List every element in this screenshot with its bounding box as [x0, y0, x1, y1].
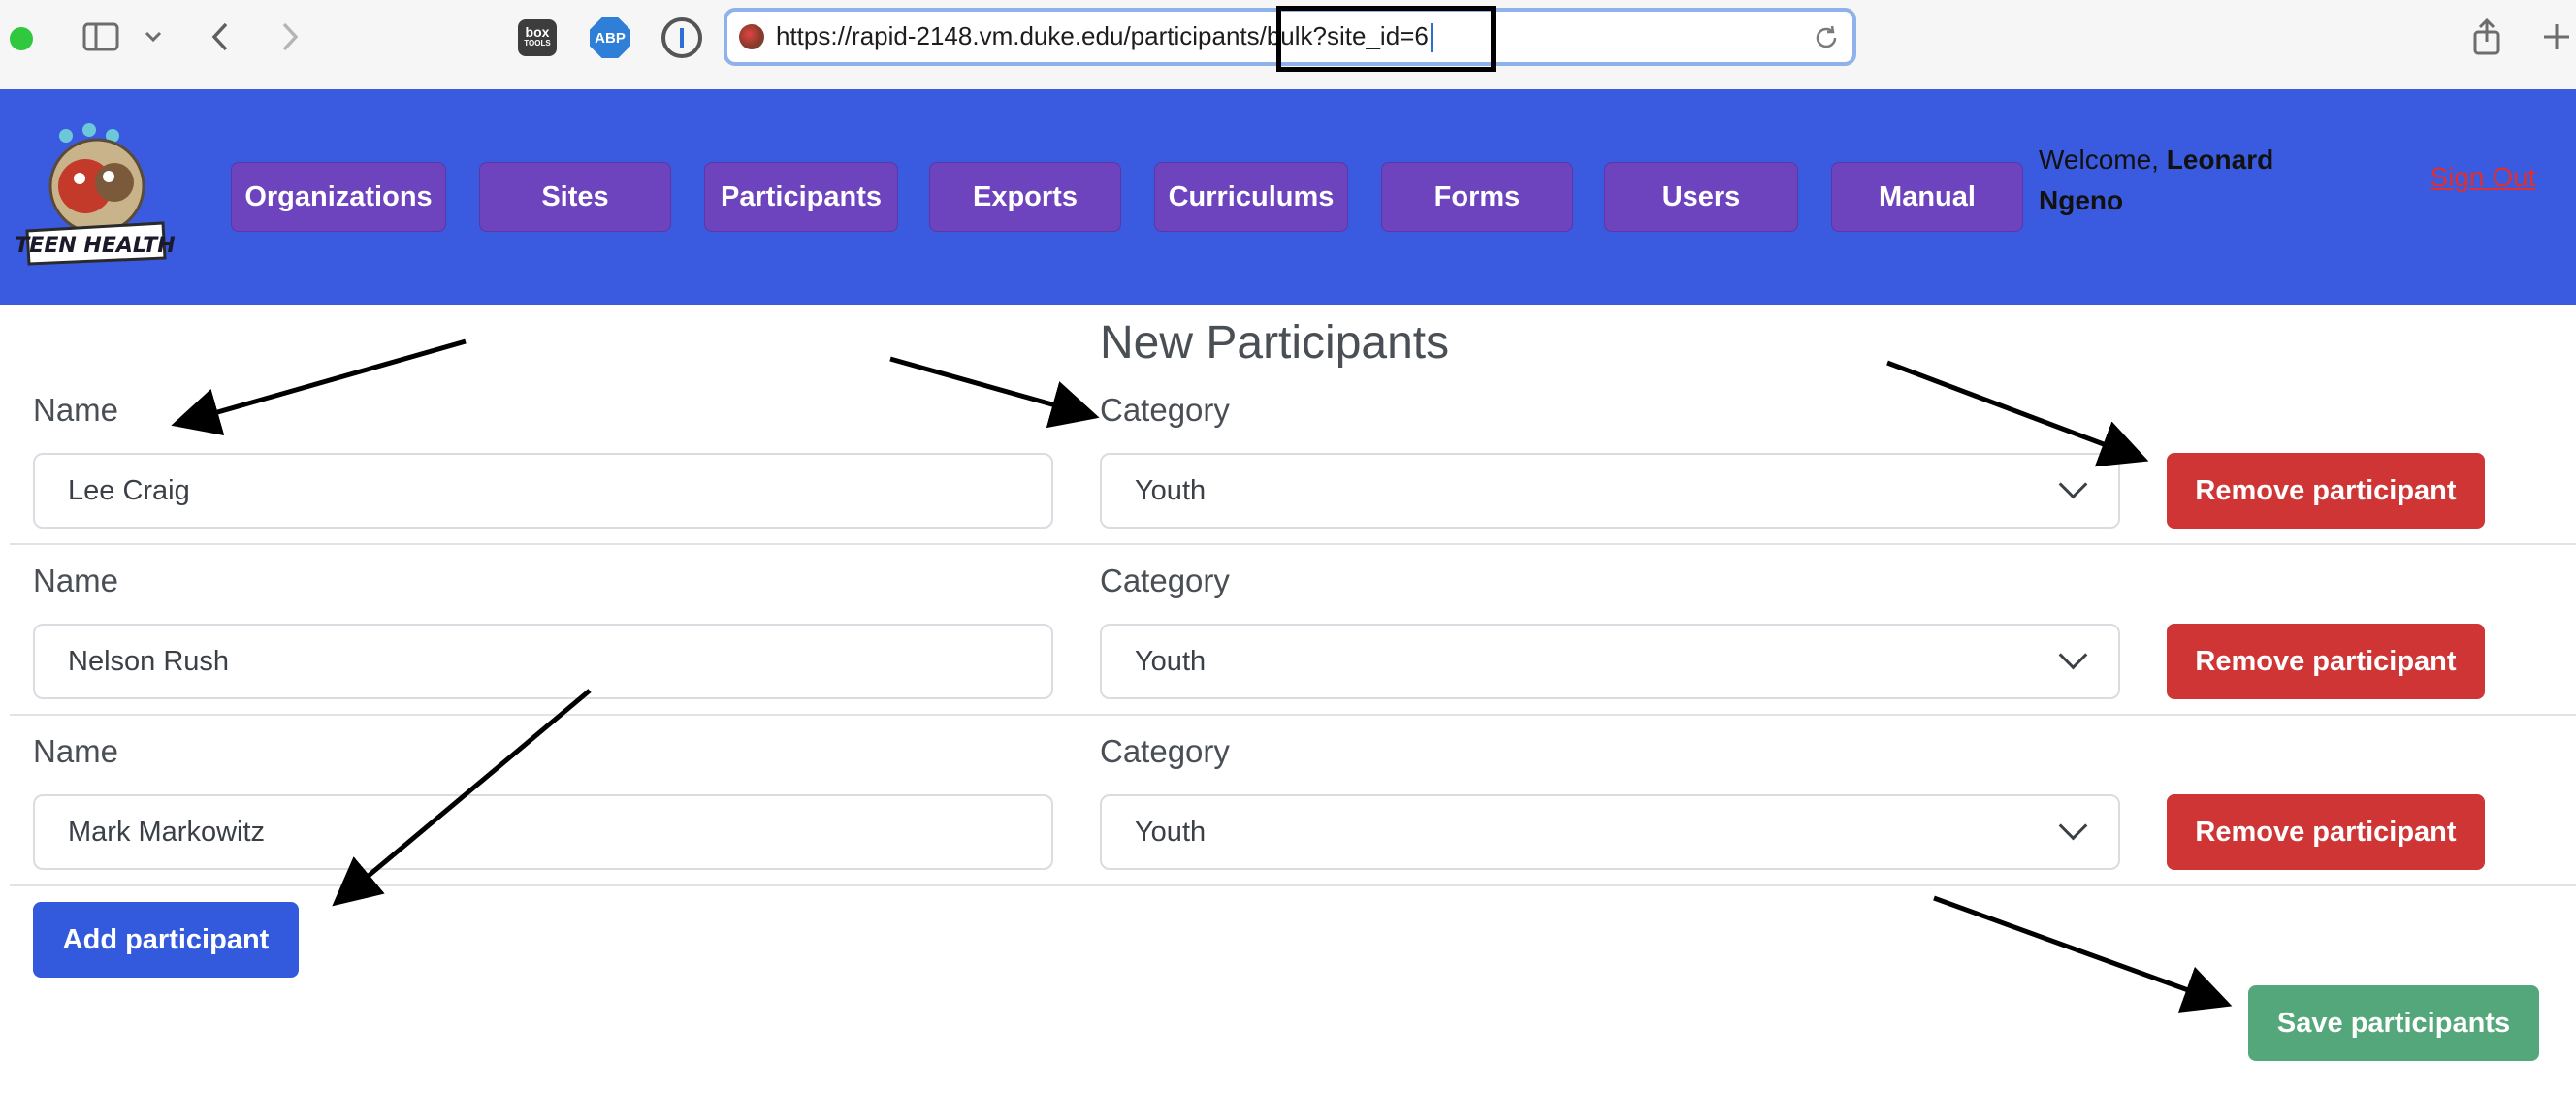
row-divider	[10, 884, 2576, 886]
share-icon[interactable]	[2469, 17, 2504, 56]
nav-manual[interactable]: Manual	[1831, 162, 2023, 232]
welcome-prefix: Welcome,	[2039, 145, 2167, 175]
name-label: Name	[33, 733, 119, 769]
box-tools-sublabel: TOOLS	[524, 39, 551, 48]
nav-users[interactable]: Users	[1604, 162, 1798, 232]
row-divider	[10, 543, 2576, 545]
name-label: Name	[33, 392, 119, 428]
nav-participants[interactable]: Participants	[704, 162, 898, 232]
participant-category-select[interactable]: Youth	[1100, 624, 2120, 699]
row-divider	[10, 714, 2576, 716]
reload-icon[interactable]	[1812, 23, 1841, 52]
save-participants-button[interactable]: Save participants	[2248, 985, 2539, 1061]
window-maximize-dot[interactable]	[10, 27, 33, 50]
sidebar-toggle-icon[interactable]	[80, 17, 122, 56]
arrow-to-save-button	[1933, 895, 2233, 1013]
participant-name-input[interactable]: Mark Markowitz	[33, 794, 1053, 870]
box-tools-label: box	[525, 24, 550, 40]
adblock-extension-icon[interactable]: ABP	[590, 17, 630, 58]
participant-category-select[interactable]: Youth	[1100, 453, 2120, 529]
participant-name-input[interactable]: Lee Craig	[33, 453, 1053, 529]
name-label: Name	[33, 563, 119, 598]
category-label: Category	[1100, 733, 1230, 769]
forward-icon[interactable]	[275, 17, 305, 56]
participant-category-select[interactable]: Youth	[1100, 794, 2120, 870]
url-annotation-box	[1276, 6, 1496, 72]
nav-sites[interactable]: Sites	[479, 162, 671, 232]
box-tools-extension-icon[interactable]: box TOOLS	[518, 19, 557, 56]
chevron-down-icon	[2058, 640, 2088, 670]
logo-text: TEEN HEALTH	[15, 234, 175, 258]
participant-name-input[interactable]: Nelson Rush	[33, 624, 1053, 699]
password-manager-icon[interactable]	[661, 17, 702, 58]
chevron-down-icon	[2058, 469, 2088, 499]
nav-curriculums[interactable]: Curriculums	[1154, 162, 1348, 232]
category-label: Category	[1100, 392, 1230, 428]
arrow-to-name-label	[171, 338, 467, 436]
chevron-down-icon[interactable]	[142, 17, 165, 56]
nav-organizations[interactable]: Organizations	[231, 162, 446, 232]
nav-forms[interactable]: Forms	[1381, 162, 1573, 232]
category-selected-value: Youth	[1135, 816, 1207, 848]
teen-health-logo[interactable]: TEEN HEALTH	[8, 122, 182, 268]
arrow-to-remove-button	[1886, 360, 2149, 467]
page-title: New Participants	[1100, 317, 1450, 369]
category-selected-value: Youth	[1135, 645, 1207, 677]
browser-toolbar: box TOOLS ABP https://rapid-2148.vm.duke…	[0, 0, 2576, 90]
remove-participant-button[interactable]: Remove participant	[2167, 794, 2485, 870]
welcome-message: Welcome, Leonard Ngeno	[2039, 140, 2330, 221]
abp-label: ABP	[595, 29, 626, 47]
category-label: Category	[1100, 563, 1230, 598]
category-selected-value: Youth	[1135, 474, 1207, 506]
remove-participant-button[interactable]: Remove participant	[2167, 624, 2485, 699]
back-icon[interactable]	[206, 17, 235, 56]
sign-out-link[interactable]: Sign Out	[2425, 157, 2541, 198]
nav-exports[interactable]: Exports	[929, 162, 1121, 232]
app-header: TEEN HEALTH Organizations Sites Particip…	[0, 89, 2576, 305]
new-tab-icon[interactable]	[2539, 17, 2574, 56]
remove-participant-button[interactable]: Remove participant	[2167, 453, 2485, 529]
add-participant-button[interactable]: Add participant	[33, 902, 299, 978]
chevron-down-icon	[2058, 811, 2088, 841]
site-favicon-icon	[739, 24, 764, 49]
arrow-to-category-label	[889, 356, 1100, 429]
